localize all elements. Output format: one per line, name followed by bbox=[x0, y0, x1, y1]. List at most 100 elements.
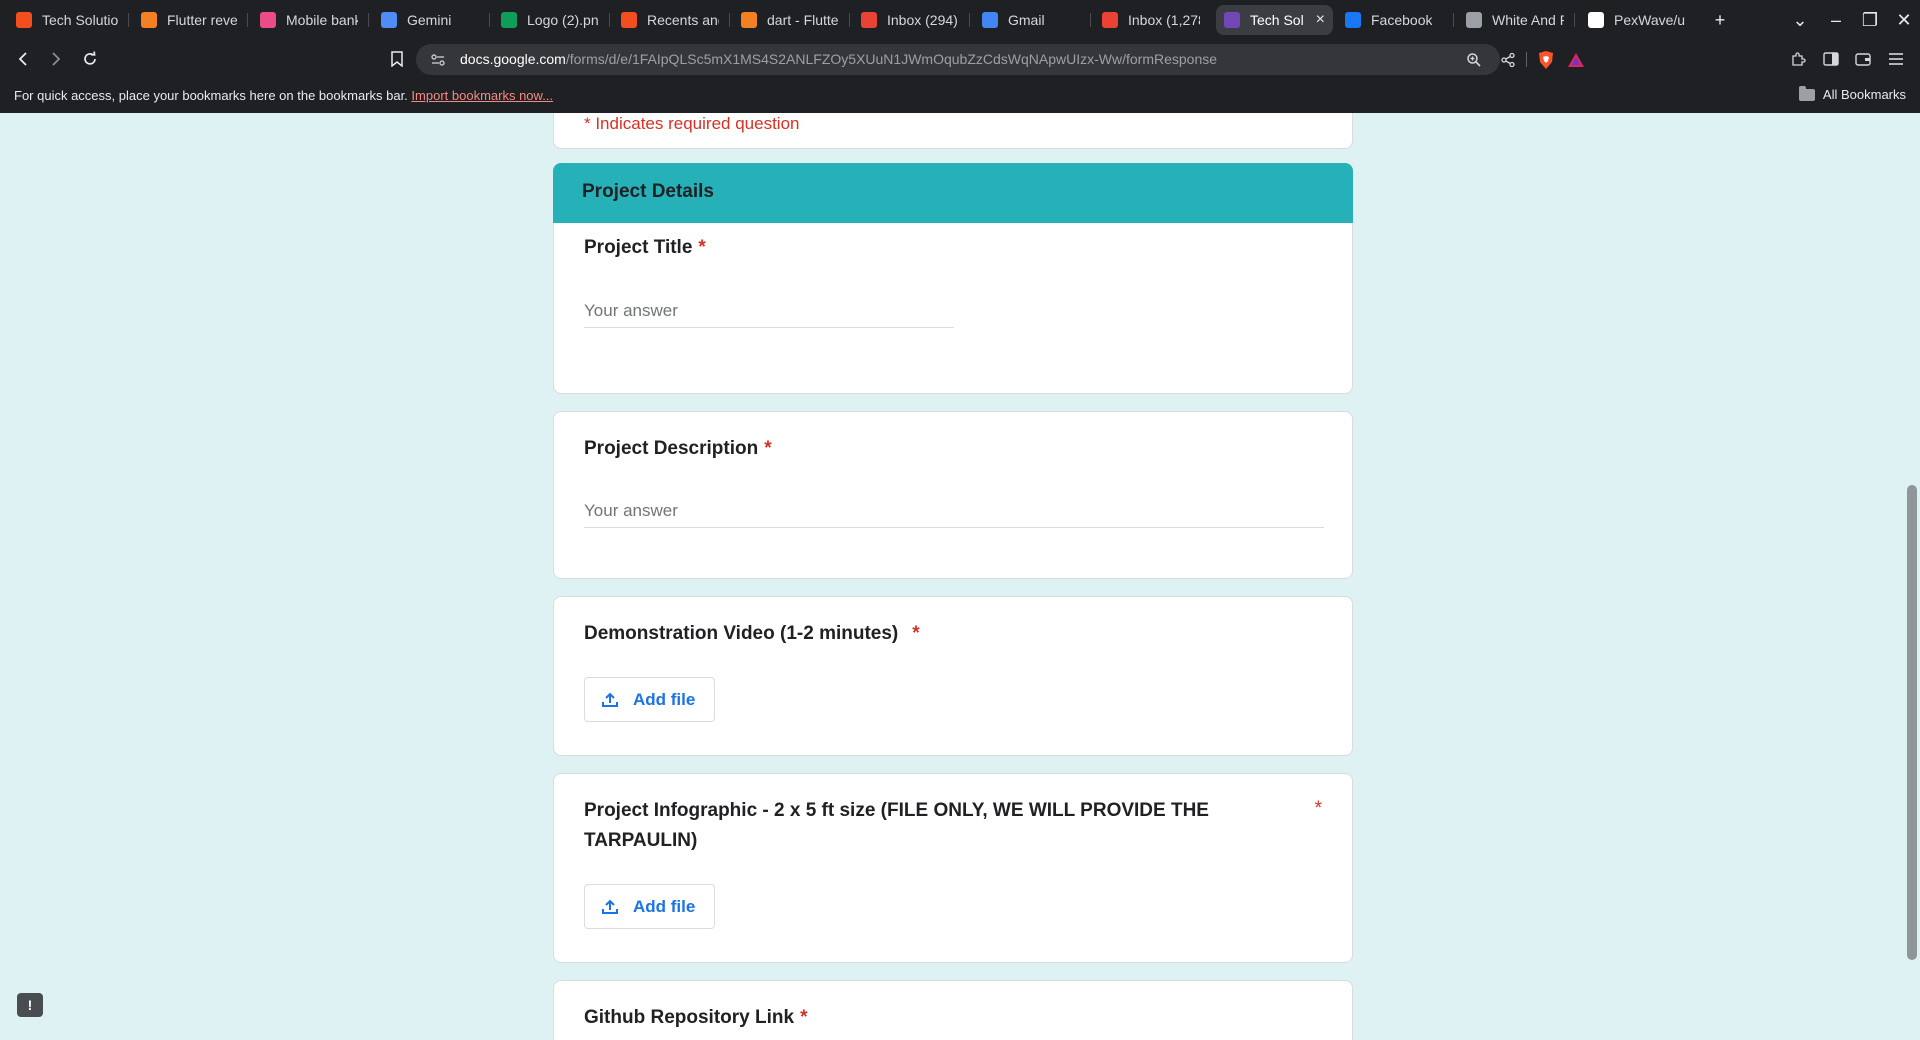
bookmarks-bar: For quick access, place your bookmarks h… bbox=[0, 80, 1920, 113]
browser-tab[interactable]: Gmail bbox=[974, 5, 1088, 35]
share-icon[interactable] bbox=[1498, 50, 1518, 70]
google-drive-icon bbox=[501, 12, 517, 28]
question-title: Project Description * bbox=[584, 434, 772, 464]
folder-icon bbox=[1798, 85, 1815, 101]
tab-label: Facebook bbox=[1371, 12, 1433, 28]
browser-tab[interactable]: Logo (2).png bbox=[493, 5, 607, 35]
sidebar-icon[interactable] bbox=[1821, 49, 1841, 69]
gmail-icon bbox=[861, 12, 877, 28]
url-text[interactable]: docs.google.com/forms/d/e/1FAIpQLSc5mX1M… bbox=[460, 51, 1217, 67]
required-asterisk: * bbox=[698, 237, 706, 258]
tab-label: White And R bbox=[1492, 12, 1564, 28]
tab-separator bbox=[1090, 13, 1091, 27]
tab-separator bbox=[849, 13, 850, 27]
tab-separator bbox=[128, 13, 129, 27]
stackoverflow-icon bbox=[141, 12, 157, 28]
all-bookmarks-label: All Bookmarks bbox=[1822, 87, 1906, 102]
question-title: Github Repository Link * bbox=[584, 1003, 807, 1033]
github-icon bbox=[1588, 12, 1604, 28]
figma-icon bbox=[621, 12, 637, 28]
tab-separator bbox=[247, 13, 248, 27]
close-tab-icon[interactable]: × bbox=[1310, 11, 1325, 29]
question-text: Project Title bbox=[584, 237, 693, 258]
tab-label: Gmail bbox=[1008, 12, 1045, 28]
brave-rewards-icon[interactable] bbox=[1566, 50, 1586, 70]
tab-label: Tech Sol bbox=[1250, 12, 1304, 28]
browser-toolbar: docs.google.com/forms/d/e/1FAIpQLSc5mX1M… bbox=[0, 40, 1920, 78]
github-link-card: Github Repository Link * bbox=[553, 980, 1353, 1040]
site-info-icon[interactable] bbox=[430, 52, 446, 68]
section-header: Project Details bbox=[553, 163, 1353, 223]
tab-separator bbox=[489, 13, 490, 27]
address-bar[interactable]: docs.google.com/forms/d/e/1FAIpQLSc5mX1M… bbox=[416, 44, 1584, 75]
figma-icon bbox=[16, 12, 32, 28]
extensions-icon[interactable] bbox=[1788, 49, 1808, 69]
tab-separator bbox=[1453, 13, 1454, 27]
browser-tab[interactable]: PexWave/un bbox=[1580, 5, 1694, 35]
tab-label: dart - Flutter bbox=[767, 12, 839, 28]
browser-tab[interactable]: Inbox (294) - bbox=[853, 5, 967, 35]
browser-tab[interactable]: dart - Flutter bbox=[733, 5, 847, 35]
facebook-icon bbox=[1345, 12, 1361, 28]
back-icon[interactable] bbox=[12, 48, 34, 70]
browser-tab[interactable]: Gemini bbox=[373, 5, 487, 35]
google-forms-icon bbox=[1224, 12, 1240, 28]
add-file-label: Add file bbox=[633, 896, 696, 916]
question-text: Project Description bbox=[584, 438, 759, 459]
tab-label: Recents and bbox=[647, 12, 719, 28]
bookmarks-prompt: For quick access, place your bookmarks h… bbox=[14, 88, 553, 103]
tab-separator bbox=[368, 13, 369, 27]
close-window-icon[interactable]: ✕ bbox=[1892, 8, 1916, 32]
project-title-input[interactable] bbox=[584, 294, 954, 328]
minimize-icon[interactable]: – bbox=[1824, 8, 1848, 32]
required-asterisk: * bbox=[800, 1007, 808, 1028]
stackoverflow-icon bbox=[741, 12, 757, 28]
browser-tab[interactable]: Recents and bbox=[613, 5, 727, 35]
add-file-button[interactable]: Add file bbox=[584, 677, 715, 722]
page-scrollbar[interactable] bbox=[1907, 485, 1917, 960]
menu-icon[interactable] bbox=[1886, 49, 1906, 69]
browser-tab[interactable]: Facebook bbox=[1337, 5, 1451, 35]
tab-label: Inbox (1,278) bbox=[1128, 12, 1200, 28]
demo-video-card: Demonstration Video (1-2 minutes) * Add f… bbox=[553, 596, 1353, 756]
question-title: Project Title * bbox=[584, 233, 706, 263]
browser-tab[interactable]: Mobile bank bbox=[252, 5, 366, 35]
bookmark-icon[interactable] bbox=[386, 48, 408, 70]
forward-icon[interactable] bbox=[45, 48, 67, 70]
dribbble-icon bbox=[260, 12, 276, 28]
browser-tab[interactable]: White And R bbox=[1458, 5, 1572, 35]
zoom-icon[interactable] bbox=[1464, 50, 1484, 70]
tab-separator bbox=[609, 13, 610, 27]
browser-tab[interactable]: Flutter rever bbox=[133, 5, 245, 35]
section-title: Project Details bbox=[582, 181, 714, 202]
tab-search-icon[interactable]: ⌄ bbox=[1788, 8, 1812, 32]
all-bookmarks-button[interactable]: All Bookmarks bbox=[1798, 85, 1906, 102]
browser-tab[interactable]: Inbox (1,278) bbox=[1094, 5, 1208, 35]
import-bookmarks-link[interactable]: Import bookmarks now... bbox=[411, 88, 553, 103]
add-file-button[interactable]: Add file bbox=[584, 884, 715, 929]
upload-icon bbox=[602, 899, 618, 914]
brave-shields-icon[interactable] bbox=[1536, 50, 1556, 70]
tab-separator bbox=[1574, 13, 1575, 27]
question-text: Demonstration Video (1-2 minutes) bbox=[584, 623, 899, 644]
google-icon bbox=[982, 12, 998, 28]
browser-tab[interactable]: Tech Sol × bbox=[1216, 5, 1333, 35]
wallet-icon[interactable] bbox=[1853, 49, 1873, 69]
question-text: Github Repository Link bbox=[584, 1007, 795, 1028]
new-tab-icon[interactable]: + bbox=[1708, 8, 1732, 32]
form-page: * Indicates required question Project De… bbox=[0, 113, 1920, 1040]
bookmarks-prompt-text: For quick access, place your bookmarks h… bbox=[14, 88, 408, 103]
maximize-icon[interactable]: ❐ bbox=[1858, 8, 1882, 32]
browser-tab[interactable]: Tech Solutio bbox=[8, 5, 126, 35]
tab-strip: Tech Solutio Flutter rever Mobile bank Gemi… bbox=[0, 0, 1920, 40]
form-header-card: * Indicates required question bbox=[553, 113, 1353, 149]
tab-label: Inbox (294) - bbox=[887, 12, 959, 28]
reload-icon[interactable] bbox=[79, 48, 101, 70]
required-asterisk: * bbox=[912, 623, 920, 644]
question-text-line2: TARPAULIN) bbox=[584, 830, 698, 851]
feedback-icon[interactable]: ! bbox=[17, 993, 43, 1017]
project-description-input[interactable] bbox=[584, 494, 1324, 528]
question-text-line1: Project Infographic - 2 x 5 ft size (FIL… bbox=[584, 800, 1209, 821]
question-title: Demonstration Video (1-2 minutes) * bbox=[584, 619, 920, 649]
question-title: Project Infographic - 2 x 5 ft size (FIL… bbox=[584, 796, 1209, 856]
